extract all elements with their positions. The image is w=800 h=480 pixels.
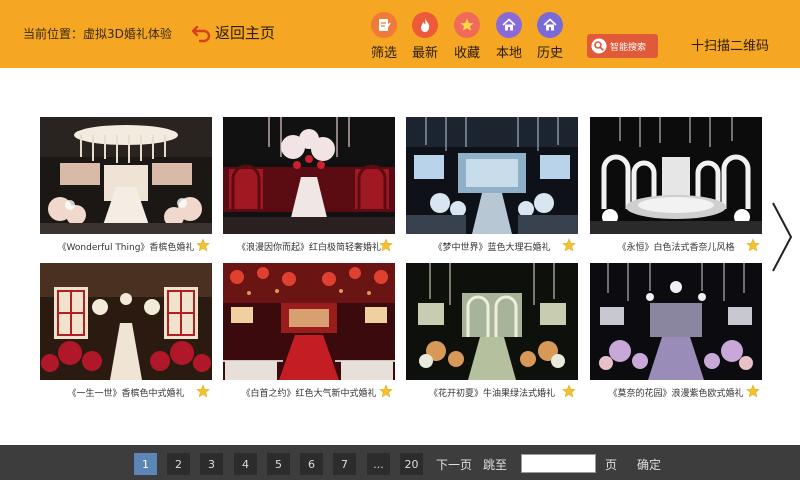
scheme-title: 《花开初夏》牛油果绿法式婚礼: [428, 388, 555, 399]
confirm-jump-button[interactable]: 确定: [637, 456, 661, 473]
smart-search-label: 智能搜索: [610, 42, 647, 53]
scheme-thumbnail: [590, 263, 762, 380]
back-home-label: 返回主页: [215, 24, 276, 42]
nav-local[interactable]: 本地: [489, 12, 529, 61]
favorite-star-icon[interactable]: [379, 384, 393, 398]
nav-favorites[interactable]: 收藏: [447, 12, 487, 61]
page-button-1[interactable]: 1: [134, 453, 157, 475]
return-arrow-icon: [192, 25, 211, 42]
search-icon: [591, 38, 607, 54]
scheme-title: 《梦中世界》蓝色大理石婚礼: [433, 242, 551, 253]
favorite-star-icon[interactable]: [746, 238, 760, 252]
scheme-caption: 《永恒》白色法式香奈儿风格: [590, 238, 762, 253]
page-button-2[interactable]: 2: [167, 453, 190, 475]
scheme-card[interactable]: 《永恒》白色法式香奈儿风格: [590, 117, 762, 253]
top-bar: 当前位置：虚拟3D婚礼体验 返回主页 筛选 最新 收藏 本地 历史 智能搜索 十…: [0, 0, 800, 68]
scheme-caption: 《白首之约》红色大气新中式婚礼: [223, 384, 395, 399]
home-icon: [496, 12, 522, 38]
nav-filter[interactable]: 筛选: [364, 12, 404, 61]
favorite-star-icon[interactable]: [562, 384, 576, 398]
scheme-caption: 《一生一世》香槟色中式婚礼: [40, 384, 212, 399]
nav-history-label: 历史: [536, 46, 563, 61]
favorite-star-icon[interactable]: [746, 384, 760, 398]
scheme-caption: 《花开初夏》牛油果绿法式婚礼: [406, 384, 578, 399]
next-page-button[interactable]: 下一页: [436, 456, 472, 473]
breadcrumb: 当前位置：虚拟3D婚礼体验: [23, 27, 172, 41]
scheme-card[interactable]: 《莫奈的花园》浪漫紫色欧式婚礼: [590, 263, 762, 399]
scheme-card[interactable]: 《浪漫因你而起》红白极简轻奢婚礼: [223, 117, 395, 253]
flame-icon: [412, 12, 438, 38]
scheme-caption: 《莫奈的花园》浪漫紫色欧式婚礼: [590, 384, 762, 399]
scheme-card[interactable]: 《Wonderful Thing》香槟色婚礼: [40, 117, 212, 253]
scheme-card[interactable]: 《白首之约》红色大气新中式婚礼: [223, 263, 395, 399]
back-home-button[interactable]: 返回主页: [192, 22, 275, 43]
favorite-star-icon[interactable]: [196, 384, 210, 398]
nav-history[interactable]: 历史: [530, 12, 570, 61]
scheme-thumbnail: [40, 263, 212, 380]
page-suffix-label: 页: [605, 458, 618, 472]
scheme-card[interactable]: 《梦中世界》蓝色大理石婚礼: [406, 117, 578, 253]
scheme-thumbnail: [40, 117, 212, 234]
scheme-title: 《Wonderful Thing》香槟色婚礼: [57, 242, 195, 253]
scheme-thumbnail: [590, 117, 762, 234]
scheme-thumbnail: [406, 263, 578, 380]
page-button-6[interactable]: 6: [300, 453, 323, 475]
scheme-thumbnail: [406, 117, 578, 234]
scheme-caption: 《梦中世界》蓝色大理石婚礼: [406, 238, 578, 253]
favorite-star-icon[interactable]: [562, 238, 576, 252]
scheme-caption: 《浪漫因你而起》红白极简轻奢婚礼: [223, 238, 395, 253]
nav-latest[interactable]: 最新: [405, 12, 445, 61]
scheme-title: 《莫奈的花园》浪漫紫色欧式婚礼: [608, 388, 744, 399]
page-ellipsis: ...: [367, 453, 390, 475]
scheme-title: 《永恒》白色法式香奈儿风格: [617, 242, 735, 253]
nav-latest-label: 最新: [411, 46, 438, 61]
scheme-thumbnail: [223, 263, 395, 380]
page-jump-input[interactable]: [521, 454, 596, 473]
nav-filter-label: 筛选: [370, 46, 397, 61]
smart-search-button[interactable]: 智能搜索: [587, 34, 658, 58]
scheme-thumbnail: [223, 117, 395, 234]
home-history-icon: [537, 12, 563, 38]
scheme-caption: 《Wonderful Thing》香槟色婚礼: [40, 238, 212, 253]
page-button-last[interactable]: 20: [400, 453, 423, 475]
scheme-title: 《白首之约》红色大气新中式婚礼: [241, 388, 377, 399]
favorite-star-icon[interactable]: [196, 238, 210, 252]
page-button-7[interactable]: 7: [333, 453, 356, 475]
nav-local-label: 本地: [495, 46, 522, 61]
scheme-title: 《浪漫因你而起》红白极简轻奢婚礼: [236, 242, 381, 253]
page-button-5[interactable]: 5: [267, 453, 290, 475]
scan-qr-button[interactable]: 十扫描二维码: [691, 35, 769, 54]
page-button-3[interactable]: 3: [200, 453, 223, 475]
jump-to-label: 跳至: [483, 458, 508, 472]
page-button-4[interactable]: 4: [234, 453, 257, 475]
scheme-card[interactable]: 《一生一世》香槟色中式婚礼: [40, 263, 212, 399]
pagination-bar: 1 2 3 4 5 6 7 ... 20 下一页 跳至 页 确定: [0, 445, 800, 480]
scheme-title: 《一生一世》香槟色中式婚礼: [67, 388, 185, 399]
star-icon: [454, 12, 480, 38]
scheme-card[interactable]: 《花开初夏》牛油果绿法式婚礼: [406, 263, 578, 399]
nav-favorites-label: 收藏: [453, 46, 480, 61]
filter-note-icon: [371, 12, 397, 38]
chevron-right-icon[interactable]: [768, 200, 796, 274]
app-window: 当前位置：虚拟3D婚礼体验 返回主页 筛选 最新 收藏 本地 历史 智能搜索 十…: [0, 0, 800, 480]
favorite-star-icon[interactable]: [379, 238, 393, 252]
